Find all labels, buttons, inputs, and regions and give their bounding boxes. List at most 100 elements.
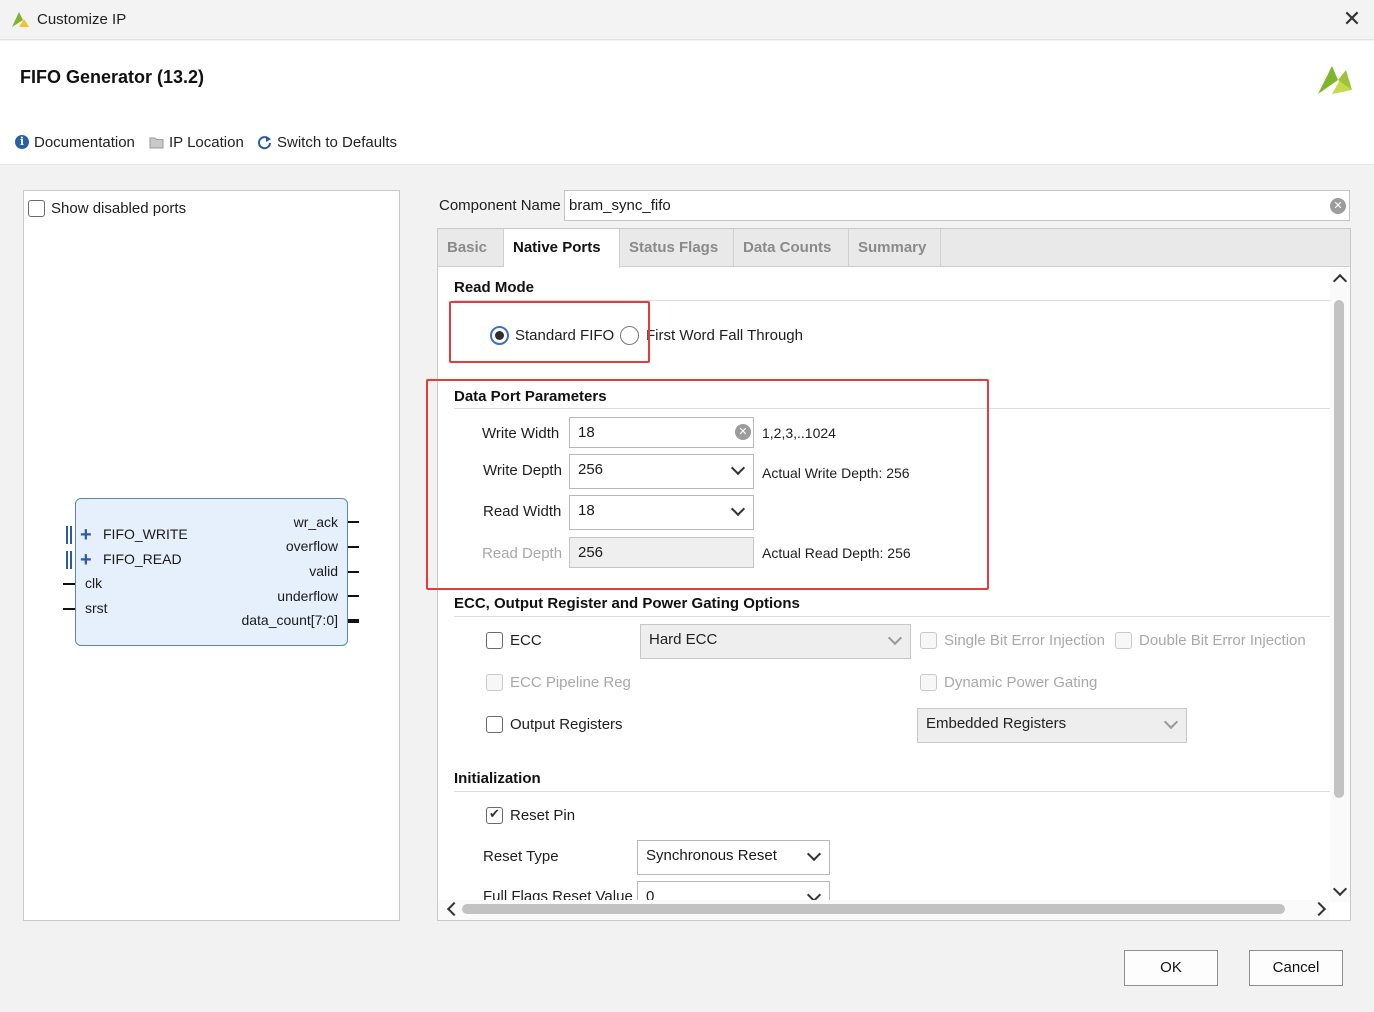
switch-to-defaults-button[interactable]: Switch to Defaults xyxy=(257,131,397,153)
single-bit-error-label: Single Bit Error Injection xyxy=(944,632,1105,649)
chevron-down-icon xyxy=(806,887,822,900)
port-fifo-write: FIFO_WRITE xyxy=(103,526,188,542)
bus-port-marker xyxy=(70,551,72,569)
read-width-value: 18 xyxy=(578,502,595,519)
standard-fifo-radio[interactable] xyxy=(490,326,509,345)
port-wr-ack: wr_ack xyxy=(293,514,338,530)
reset-type-label: Reset Type xyxy=(483,848,559,865)
ecc-type-value: Hard ECC xyxy=(649,631,718,648)
tab-status-flags[interactable]: Status Flags xyxy=(620,229,734,267)
vivado-brand-logo-icon xyxy=(1318,66,1352,94)
ecc-pipeline-checkbox xyxy=(486,674,503,691)
initialization-title: Initialization xyxy=(454,770,541,787)
pin-line xyxy=(63,608,75,610)
chevron-down-icon xyxy=(887,630,903,646)
documentation-label: Documentation xyxy=(34,133,135,151)
section-divider xyxy=(454,791,1330,792)
component-name-input[interactable]: bram_sync_fifo xyxy=(564,190,1350,221)
actual-read-depth: Actual Read Depth: 256 xyxy=(762,545,911,561)
window-titlebar xyxy=(0,0,1374,40)
fwft-radio[interactable] xyxy=(620,326,639,345)
show-disabled-ports-label: Show disabled ports xyxy=(51,200,187,217)
fwft-label: First Word Fall Through xyxy=(646,327,803,344)
horizontal-scroll-thumb[interactable] xyxy=(462,904,1285,914)
switch-to-defaults-label: Switch to Defaults xyxy=(277,133,398,151)
cancel-button[interactable]: Cancel xyxy=(1249,950,1343,986)
clipped-row: Full Flags Reset Value 0 xyxy=(438,880,1330,900)
chevron-down-icon xyxy=(730,501,746,517)
section-divider xyxy=(454,616,1330,617)
port-underflow: underflow xyxy=(277,588,338,604)
output-register-type-select: Embedded Registers xyxy=(917,708,1187,743)
write-depth-select[interactable]: 256 xyxy=(569,454,754,489)
read-mode-title: Read Mode xyxy=(454,279,535,296)
ip-location-button[interactable]: IP Location xyxy=(149,131,244,153)
data-port-title: Data Port Parameters xyxy=(454,388,607,405)
write-width-label: Write Width xyxy=(482,425,560,442)
ok-button[interactable]: OK xyxy=(1124,950,1218,986)
show-disabled-ports-checkbox[interactable] xyxy=(28,200,45,217)
standard-fifo-label: Standard FIFO xyxy=(515,327,615,344)
ecc-checkbox[interactable] xyxy=(486,632,503,649)
bus-port-marker xyxy=(66,551,68,569)
read-width-select[interactable]: 18 xyxy=(569,495,754,530)
port-clk: clk xyxy=(85,575,103,591)
single-bit-error-checkbox xyxy=(920,632,937,649)
port-srst: srst xyxy=(85,600,108,616)
write-depth-label: Write Depth xyxy=(483,462,562,479)
chevron-down-icon xyxy=(730,460,746,476)
chevron-down-icon xyxy=(1163,714,1179,730)
component-name-label: Component Name xyxy=(439,197,561,214)
full-flags-reset-label: Full Flags Reset Value xyxy=(483,888,633,900)
dynamic-power-gating-label: Dynamic Power Gating xyxy=(944,674,1098,691)
double-bit-error-label: Double Bit Error Injection xyxy=(1139,632,1306,649)
bus-pin-line xyxy=(348,619,359,623)
expand-plus-icon[interactable]: + xyxy=(80,550,92,570)
port-overflow: overflow xyxy=(285,538,338,554)
ip-location-label: IP Location xyxy=(169,133,244,151)
clear-icon[interactable]: ✕ xyxy=(735,424,751,440)
reset-type-select[interactable]: Synchronous Reset xyxy=(637,840,830,875)
tab-native-ports[interactable]: Native Ports xyxy=(504,229,620,268)
ecc-type-select: Hard ECC xyxy=(640,624,911,659)
documentation-button[interactable]: i Documentation xyxy=(15,131,135,153)
ecc-pipeline-label: ECC Pipeline Reg xyxy=(510,674,631,691)
full-flags-reset-select[interactable]: 0 xyxy=(637,881,830,900)
output-register-type-value: Embedded Registers xyxy=(926,715,1067,732)
close-button[interactable]: ✕ xyxy=(1338,6,1366,34)
write-width-input[interactable]: 18 xyxy=(569,417,754,448)
ecc-section-title: ECC, Output Register and Power Gating Op… xyxy=(454,595,800,612)
read-width-label: Read Width xyxy=(483,503,562,520)
chevron-down-icon xyxy=(806,846,822,862)
tab-basic[interactable]: Basic xyxy=(438,229,504,267)
port-valid: valid xyxy=(309,563,338,579)
read-depth-input: 256 xyxy=(569,537,754,568)
reset-pin-label: Reset Pin xyxy=(510,807,576,824)
clear-icon[interactable]: ✕ xyxy=(1330,198,1346,214)
reset-type-value: Synchronous Reset xyxy=(646,847,777,864)
bus-port-marker xyxy=(70,526,72,544)
pin-line xyxy=(348,521,359,523)
window-title: Customize IP xyxy=(37,11,127,28)
port-fifo-read: FIFO_READ xyxy=(103,551,182,567)
vertical-scroll-thumb[interactable] xyxy=(1334,300,1344,798)
actual-write-depth: Actual Write Depth: 256 xyxy=(762,465,910,481)
vivado-logo-icon xyxy=(12,12,29,27)
expand-plus-icon[interactable]: + xyxy=(80,525,92,545)
bus-port-marker xyxy=(66,526,68,544)
double-bit-error-checkbox xyxy=(1115,632,1132,649)
dynamic-power-gating-checkbox xyxy=(920,674,937,691)
tab-data-counts[interactable]: Data Counts xyxy=(734,229,849,267)
output-registers-checkbox[interactable] xyxy=(486,716,503,733)
output-registers-label: Output Registers xyxy=(510,716,623,733)
section-divider xyxy=(454,408,1330,409)
write-width-range: 1,2,3,..1024 xyxy=(762,425,836,441)
ecc-label: ECC xyxy=(510,632,542,649)
tab-summary[interactable]: Summary xyxy=(849,229,941,267)
reset-pin-checkbox[interactable] xyxy=(486,806,503,824)
section-divider xyxy=(454,300,1330,301)
pin-line xyxy=(63,583,75,585)
port-data-count: data_count[7:0] xyxy=(241,612,338,628)
info-icon: i xyxy=(15,135,29,149)
folder-icon xyxy=(149,137,164,148)
